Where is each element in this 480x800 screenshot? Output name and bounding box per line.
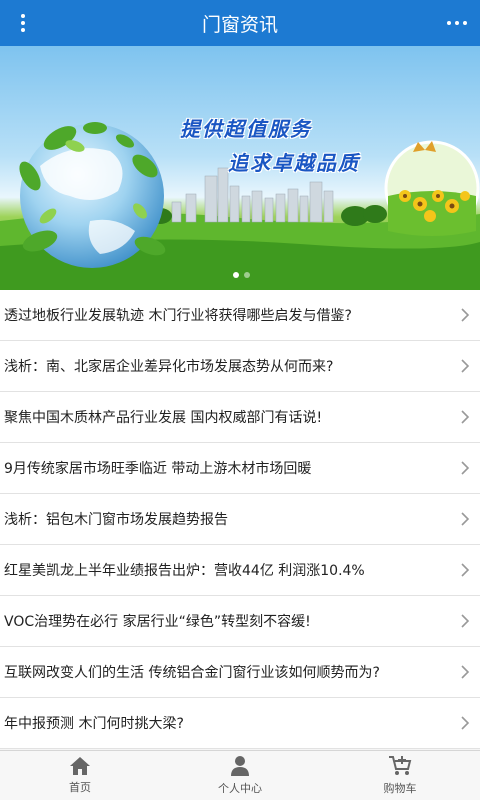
list-item[interactable]: 透过地板行业发展轨迹 木门行业将获得哪些启发与借鉴? [0, 290, 480, 341]
tab-label: 购物车 [383, 782, 417, 795]
chevron-right-icon [461, 563, 470, 577]
carousel-dot[interactable] [244, 272, 250, 278]
news-title: 浅析：南、北家居企业差异化市场发展态势从何而来? [4, 359, 334, 375]
news-title: VOC治理势在必行 家居行业“绿色”转型刻不容缓! [4, 614, 311, 630]
tab-label: 首页 [69, 781, 91, 794]
home-icon [70, 757, 90, 775]
news-title: 红星美凯龙上半年业绩报告出炉：营收44亿 利润涨10.4% [4, 563, 365, 579]
tab-cart[interactable]: 购物车 [320, 751, 480, 800]
banner-slogan-line2: 追求卓越品质 [228, 151, 360, 175]
horizontal-dots-icon [447, 21, 467, 25]
news-title: 聚焦中国木质林产品行业发展 国内权威部门有话说! [4, 410, 323, 426]
bottom-tab-bar: 首页 个人中心 购物车 [0, 750, 480, 800]
list-item[interactable]: 红星美凯龙上半年业绩报告出炉：营收44亿 利润涨10.4% [0, 545, 480, 596]
app-header: 门窗资讯 [0, 0, 480, 46]
chevron-right-icon [461, 512, 470, 526]
tab-label: 个人中心 [218, 782, 262, 795]
chevron-right-icon [461, 665, 470, 679]
chevron-right-icon [461, 359, 470, 373]
tab-home[interactable]: 首页 [0, 751, 160, 800]
cart-icon [389, 756, 412, 775]
user-icon [231, 756, 249, 776]
list-item[interactable]: VOC治理势在必行 家居行业“绿色”转型刻不容缓! [0, 596, 480, 647]
list-item[interactable]: 9月传统家居市场旺季临近 带动上游木材市场回暖 [0, 443, 480, 494]
news-title: 透过地板行业发展轨迹 木门行业将获得哪些启发与借鉴? [4, 308, 352, 324]
tab-profile[interactable]: 个人中心 [160, 751, 320, 800]
news-title: 年中报预测 木门何时挑大梁? [4, 716, 184, 732]
menu-button[interactable] [0, 0, 46, 46]
news-title: 浅析：铝包木门窗市场发展趋势报告 [4, 512, 228, 528]
page-title: 门窗资讯 [201, 13, 278, 36]
list-item[interactable]: 年中报预测 木门何时挑大梁? [0, 698, 480, 749]
carousel-indicator [233, 272, 250, 278]
news-list: 透过地板行业发展轨迹 木门行业将获得哪些启发与借鉴? 浅析：南、北家居企业差异化… [0, 290, 480, 749]
chevron-right-icon [461, 410, 470, 424]
carousel-dot-active[interactable] [233, 272, 239, 278]
list-item[interactable]: 聚焦中国木质林产品行业发展 国内权威部门有话说! [0, 392, 480, 443]
list-item[interactable]: 浅析：铝包木门窗市场发展趋势报告 [0, 494, 480, 545]
more-options-button[interactable] [434, 0, 480, 46]
chevron-right-icon [461, 614, 470, 628]
list-item[interactable]: 互联网改变人们的生活 传统铝合金门窗行业该如何顺势而为? [0, 647, 480, 698]
news-title: 9月传统家居市场旺季临近 带动上游木材市场回暖 [4, 461, 312, 477]
list-item[interactable]: 浅析：南、北家居企业差异化市场发展态势从何而来? [0, 341, 480, 392]
vertical-dots-icon [21, 14, 25, 32]
banner-slogan-line1: 提供超值服务 [180, 117, 312, 141]
news-title: 互联网改变人们的生活 传统铝合金门窗行业该如何顺势而为? [4, 665, 380, 681]
banner-carousel[interactable]: 提供超值服务 追求卓越品质 [0, 46, 480, 290]
chevron-right-icon [461, 461, 470, 475]
chevron-right-icon [461, 308, 470, 322]
chevron-right-icon [461, 716, 470, 730]
